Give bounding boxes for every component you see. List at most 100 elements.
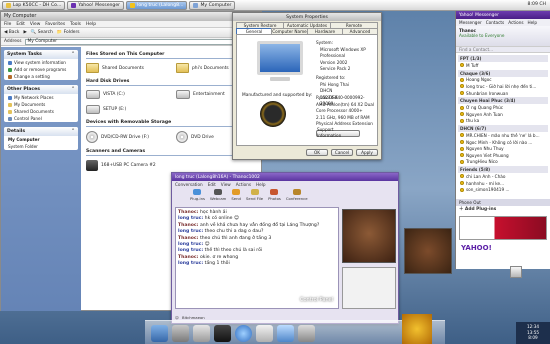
menu-edit[interactable]: Edit [16, 22, 25, 27]
other-places-header[interactable]: Other Places ⌃ [4, 85, 78, 94]
menu-edit[interactable]: Edit [208, 182, 216, 187]
contact-item[interactable]: Ngoc Minh - Không có lời nào ... [458, 139, 548, 146]
add-remove-programs-link[interactable]: Add or remove programs [4, 66, 78, 73]
panel-title: Details [7, 129, 26, 134]
add-plugins-link[interactable]: ＋ Add Plug-ins [459, 206, 496, 212]
hard-drive-icon [86, 105, 100, 114]
search-button[interactable]: 🔍 Search [31, 30, 53, 35]
media-player-icon[interactable] [214, 325, 231, 342]
dvd-cd-rw-drive[interactable]: DVD/CD-RW Drive (F:) [86, 131, 168, 143]
documents-icon[interactable] [256, 325, 273, 342]
task-button-messenger[interactable]: Yahoo! Messenger [67, 0, 125, 10]
contact-name: hanhnhu - mí ke... [466, 180, 505, 186]
contact-item[interactable]: chi Lan Anh - Chào [458, 173, 548, 180]
change-setting-link[interactable]: Change a setting [4, 73, 78, 80]
desktop-shortcut-icon[interactable] [510, 266, 522, 278]
disc-icon [176, 131, 188, 143]
contact-item[interactable]: thu ka [458, 118, 548, 125]
contact-item[interactable]: son_simon190419 ... [458, 186, 548, 193]
menu-messenger[interactable]: Messenger [459, 20, 482, 25]
conference-button[interactable]: Conference [286, 189, 308, 201]
contact-item[interactable]: long truc - Giờ hai lời nhẹ đến ti... [458, 83, 548, 90]
menu-conversation[interactable]: Conversation [175, 182, 203, 187]
task-button-chat[interactable]: long truc (Lalong8... [126, 0, 188, 10]
contact-item[interactable]: Nguyen Viet Phuong [458, 152, 548, 159]
item-label: 168+USB PC Camera #2 [101, 163, 156, 168]
contact-item[interactable]: Hoang Ngoc [458, 77, 548, 84]
contact-group[interactable]: FPT (1/3) [458, 55, 548, 62]
menu-favorites[interactable]: Favorites [45, 22, 65, 27]
menu-file[interactable]: File [4, 22, 11, 27]
browser-icon[interactable] [277, 325, 294, 342]
manufacturer-label: Manufactured and supported by: [242, 93, 313, 98]
shared-documents-link[interactable]: Shared Documents [4, 108, 78, 115]
drive-e[interactable]: SETUP (E:) [86, 105, 168, 114]
apply-button[interactable]: Apply [356, 149, 378, 156]
emoticon-icon[interactable]: ☺ [175, 315, 179, 320]
item-label: DVD/CD-RW Drive (F:) [101, 134, 149, 140]
task-button-my-computer[interactable]: My Computer [189, 0, 236, 10]
control-panel-desktop-label[interactable]: Control Panel [300, 297, 333, 303]
contact-item[interactable]: Shunbrian Ironwuan [458, 90, 548, 97]
details-header[interactable]: Details ⌃ [4, 127, 78, 136]
menu-tools[interactable]: Tools [70, 22, 81, 27]
camera-icon [86, 160, 98, 171]
folders-button[interactable]: 📁 Folders [57, 30, 80, 35]
forward-button[interactable]: ▶ [23, 30, 26, 35]
contact-item[interactable]: Nguyen Anh Tuan [458, 111, 548, 118]
menu-contacts[interactable]: Contacts [486, 20, 504, 25]
contact-group[interactable]: Chaque (3/6) [458, 69, 548, 77]
drive-c[interactable]: VISTA (C:) [86, 90, 168, 99]
message-text: anh về khả chưa hay vẫn đồng đổ tại Láng… [199, 222, 320, 228]
support-information-button[interactable]: Support Information [316, 127, 360, 138]
contact-item[interactable]: M Tuff [458, 62, 548, 69]
view-system-info-link[interactable]: View system information [4, 59, 78, 66]
shared-documents-folder[interactable]: Shared Documents [86, 63, 168, 73]
system-preferences-icon[interactable] [172, 325, 189, 342]
ad-banner[interactable] [459, 216, 547, 240]
menu-actions[interactable]: Actions [236, 182, 251, 187]
contact-item[interactable]: MR.CHIEN - mão nhu thê 'ne' lá b... [458, 132, 548, 139]
contact-item[interactable]: TrungHieu Nico [458, 159, 548, 166]
messenger-menu: Messenger Contacts Actions Help [456, 19, 550, 26]
contact-item[interactable]: Ơ ng Quang Phúc [458, 104, 548, 111]
contact-group[interactable]: Friends (5/8) [458, 166, 548, 174]
finder-icon[interactable] [151, 325, 168, 342]
network-icon [8, 95, 12, 100]
contact-group[interactable]: DHCN (6/7) [458, 125, 548, 133]
menu-view[interactable]: View [30, 22, 40, 27]
task-button-folder[interactable]: Lop K50CC - DH Co... [2, 0, 66, 10]
status-selector[interactable]: Available to Everyone [459, 33, 547, 38]
back-button[interactable]: ◀ Back [4, 30, 19, 35]
documents-icon [8, 102, 12, 107]
phone-out-bar[interactable]: Phone Out [456, 199, 550, 206]
my-documents-link[interactable]: My Documents [4, 101, 78, 108]
trash-icon[interactable] [298, 325, 315, 342]
message-history: Thanoc: học hành ải long truc: hk có onl… [175, 207, 339, 309]
hard-drive-icon [176, 90, 190, 99]
menu-actions[interactable]: Actions [508, 20, 523, 25]
network-places-link[interactable]: My Network Places [4, 94, 78, 101]
quicktime-icon[interactable] [235, 325, 252, 342]
settings-icon[interactable] [193, 325, 210, 342]
cancel-button[interactable]: Cancel [331, 149, 353, 156]
control-panel-link[interactable]: Control Panel [4, 115, 78, 122]
ok-button[interactable]: OK [306, 149, 328, 156]
send-button[interactable]: Send [231, 189, 241, 201]
menu-help[interactable]: Help [528, 20, 538, 25]
photos-button[interactable]: Photos [268, 189, 281, 201]
webcam-button[interactable]: Webcam [210, 189, 226, 201]
details-title: My Computer [8, 137, 40, 142]
contact-item[interactable]: hanhnhu - mí ke... [458, 180, 548, 187]
plugins-button[interactable]: Plug-ins [190, 189, 205, 201]
menu-help[interactable]: Help [256, 182, 266, 187]
contact-group[interactable]: Chuyen Hoai Phuc (3/4) [458, 97, 548, 105]
menu-help[interactable]: Help [86, 22, 96, 27]
usb-camera[interactable]: 168+USB PC Camera #2 [86, 160, 186, 171]
contact-search-input[interactable]: Find a Contact... [456, 46, 550, 53]
address-input[interactable]: My Computer [24, 38, 257, 45]
system-tasks-header[interactable]: System Tasks ⌃ [4, 50, 78, 59]
contact-item[interactable]: Nguyen Nhu Thuy [458, 145, 548, 152]
send-file-button[interactable]: Send File [246, 189, 263, 201]
menu-view[interactable]: View [221, 182, 231, 187]
